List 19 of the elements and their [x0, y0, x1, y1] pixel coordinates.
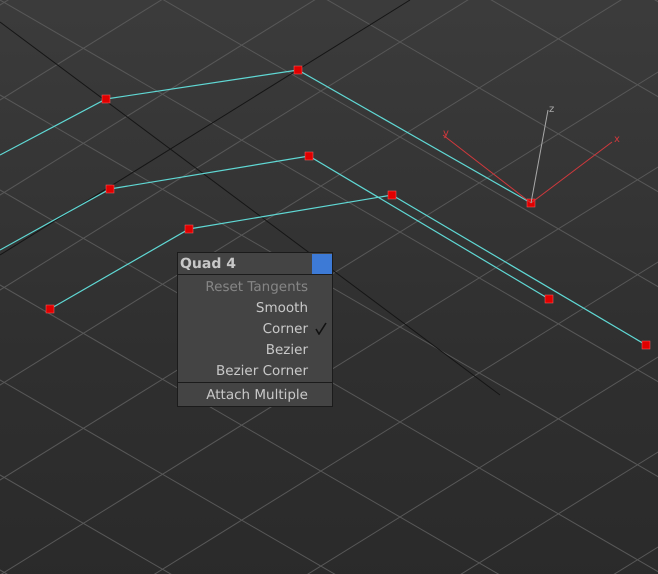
menu-item[interactable]: Attach Multiple — [204, 386, 310, 402]
vertex-handle[interactable] — [304, 152, 314, 160]
menu-item[interactable]: Corner — [260, 320, 310, 336]
menu-item[interactable]: Bezier Corner — [214, 362, 310, 378]
vertex-handle[interactable] — [642, 340, 650, 350]
vertex-handle[interactable] — [184, 224, 194, 234]
vertex-handle[interactable] — [388, 190, 396, 200]
axis-label: z — [549, 104, 554, 115]
menu-title: Quad 4 — [180, 256, 236, 272]
vertex-handle[interactable] — [106, 184, 114, 194]
axis-label: x — [614, 134, 620, 145]
vertex-handle[interactable] — [294, 66, 302, 74]
axis-label: y — [443, 128, 449, 139]
menu-item[interactable]: Smooth — [254, 300, 310, 316]
quad-color-swatch[interactable] — [312, 254, 332, 274]
vertex-handle[interactable] — [102, 94, 110, 104]
vertex-handle[interactable] — [544, 294, 554, 304]
menu-item[interactable]: Bezier — [264, 342, 310, 358]
vertex-handle[interactable] — [46, 304, 54, 314]
